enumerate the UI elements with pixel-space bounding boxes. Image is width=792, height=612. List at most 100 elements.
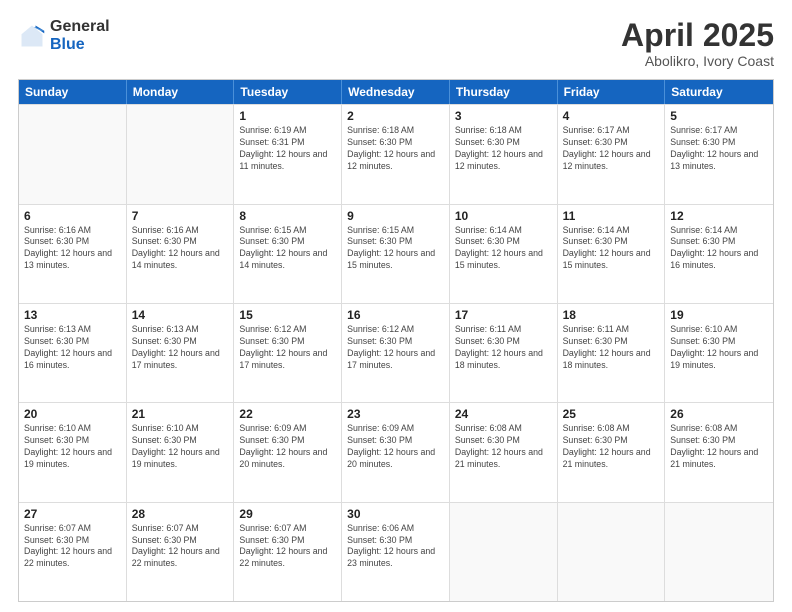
cal-cell: 29 Sunrise: 6:07 AM Sunset: 6:30 PM Dayli… [234, 503, 342, 601]
day-number: 18 [563, 308, 660, 322]
cal-cell: 21 Sunrise: 6:10 AM Sunset: 6:30 PM Dayli… [127, 403, 235, 501]
cal-cell [558, 503, 666, 601]
logo-icon [18, 22, 46, 50]
cal-cell: 6 Sunrise: 6:16 AM Sunset: 6:30 PM Daylig… [19, 205, 127, 303]
day-number: 3 [455, 109, 552, 123]
day-info: Sunrise: 6:13 AM Sunset: 6:30 PM Dayligh… [24, 324, 121, 372]
logo: General Blue [18, 18, 110, 53]
day-info: Sunrise: 6:11 AM Sunset: 6:30 PM Dayligh… [455, 324, 552, 372]
calendar: SundayMondayTuesdayWednesdayThursdayFrid… [18, 79, 774, 602]
day-info: Sunrise: 6:06 AM Sunset: 6:30 PM Dayligh… [347, 523, 444, 571]
title-block: April 2025 Abolikro, Ivory Coast [621, 18, 774, 69]
day-number: 20 [24, 407, 121, 421]
calendar-header-row: SundayMondayTuesdayWednesdayThursdayFrid… [19, 80, 773, 104]
day-info: Sunrise: 6:16 AM Sunset: 6:30 PM Dayligh… [24, 225, 121, 273]
cal-header-friday: Friday [558, 80, 666, 104]
cal-week-3: 13 Sunrise: 6:13 AM Sunset: 6:30 PM Dayli… [19, 303, 773, 402]
day-info: Sunrise: 6:15 AM Sunset: 6:30 PM Dayligh… [347, 225, 444, 273]
day-info: Sunrise: 6:18 AM Sunset: 6:30 PM Dayligh… [347, 125, 444, 173]
day-number: 9 [347, 209, 444, 223]
logo-text: General Blue [50, 18, 110, 53]
cal-cell: 2 Sunrise: 6:18 AM Sunset: 6:30 PM Daylig… [342, 105, 450, 203]
day-info: Sunrise: 6:08 AM Sunset: 6:30 PM Dayligh… [455, 423, 552, 471]
cal-cell: 26 Sunrise: 6:08 AM Sunset: 6:30 PM Dayli… [665, 403, 773, 501]
day-info: Sunrise: 6:16 AM Sunset: 6:30 PM Dayligh… [132, 225, 229, 273]
cal-header-sunday: Sunday [19, 80, 127, 104]
header: General Blue April 2025 Abolikro, Ivory … [18, 18, 774, 69]
cal-cell: 3 Sunrise: 6:18 AM Sunset: 6:30 PM Daylig… [450, 105, 558, 203]
cal-cell [665, 503, 773, 601]
cal-cell: 8 Sunrise: 6:15 AM Sunset: 6:30 PM Daylig… [234, 205, 342, 303]
day-info: Sunrise: 6:08 AM Sunset: 6:30 PM Dayligh… [670, 423, 768, 471]
day-number: 4 [563, 109, 660, 123]
cal-cell [450, 503, 558, 601]
day-number: 29 [239, 507, 336, 521]
day-number: 25 [563, 407, 660, 421]
day-number: 19 [670, 308, 768, 322]
cal-cell: 23 Sunrise: 6:09 AM Sunset: 6:30 PM Dayli… [342, 403, 450, 501]
subtitle: Abolikro, Ivory Coast [621, 53, 774, 69]
day-info: Sunrise: 6:10 AM Sunset: 6:30 PM Dayligh… [132, 423, 229, 471]
cal-cell: 16Sunrise: 6:12 AM Sunset: 6:30 PM Dayli… [342, 304, 450, 402]
cal-cell: 27Sunrise: 6:07 AM Sunset: 6:30 PM Dayli… [19, 503, 127, 601]
day-number: 23 [347, 407, 444, 421]
day-info: Sunrise: 6:08 AM Sunset: 6:30 PM Dayligh… [563, 423, 660, 471]
day-info: Sunrise: 6:10 AM Sunset: 6:30 PM Dayligh… [24, 423, 121, 471]
cal-cell: 28 Sunrise: 6:07 AM Sunset: 6:30 PM Dayli… [127, 503, 235, 601]
day-number: 11 [563, 209, 660, 223]
day-number: 24 [455, 407, 552, 421]
day-info: Sunrise: 6:09 AM Sunset: 6:30 PM Dayligh… [347, 423, 444, 471]
cal-cell: 14Sunrise: 6:13 AM Sunset: 6:30 PM Dayli… [127, 304, 235, 402]
day-number: 27 [24, 507, 121, 521]
day-number: 26 [670, 407, 768, 421]
cal-cell: 11Sunrise: 6:14 AM Sunset: 6:30 PM Dayli… [558, 205, 666, 303]
cal-cell: 7 Sunrise: 6:16 AM Sunset: 6:30 PM Daylig… [127, 205, 235, 303]
cal-cell [19, 105, 127, 203]
day-info: Sunrise: 6:14 AM Sunset: 6:30 PM Dayligh… [455, 225, 552, 273]
day-info: Sunrise: 6:07 AM Sunset: 6:30 PM Dayligh… [132, 523, 229, 571]
day-info: Sunrise: 6:14 AM Sunset: 6:30 PM Dayligh… [670, 225, 768, 273]
main-title: April 2025 [621, 18, 774, 53]
cal-cell: 13 Sunrise: 6:13 AM Sunset: 6:30 PM Dayli… [19, 304, 127, 402]
day-info: Sunrise: 6:12 AM Sunset: 6:30 PM Dayligh… [347, 324, 444, 372]
day-number: 5 [670, 109, 768, 123]
day-info: Sunrise: 6:17 AM Sunset: 6:30 PM Dayligh… [563, 125, 660, 173]
cal-cell: 17Sunrise: 6:11 AM Sunset: 6:30 PM Dayli… [450, 304, 558, 402]
day-number: 2 [347, 109, 444, 123]
day-number: 1 [239, 109, 336, 123]
cal-week-4: 20 Sunrise: 6:10 AM Sunset: 6:30 PM Dayli… [19, 402, 773, 501]
cal-header-monday: Monday [127, 80, 235, 104]
day-info: Sunrise: 6:09 AM Sunset: 6:30 PM Dayligh… [239, 423, 336, 471]
cal-cell: 15Sunrise: 6:12 AM Sunset: 6:30 PM Dayli… [234, 304, 342, 402]
day-number: 12 [670, 209, 768, 223]
cal-cell: 20 Sunrise: 6:10 AM Sunset: 6:30 PM Dayli… [19, 403, 127, 501]
page: General Blue April 2025 Abolikro, Ivory … [0, 0, 792, 612]
day-number: 28 [132, 507, 229, 521]
day-number: 22 [239, 407, 336, 421]
logo-general-text: General [50, 18, 110, 36]
cal-cell: 10Sunrise: 6:14 AM Sunset: 6:30 PM Dayli… [450, 205, 558, 303]
cal-cell: 18Sunrise: 6:11 AM Sunset: 6:30 PM Dayli… [558, 304, 666, 402]
cal-cell: 9 Sunrise: 6:15 AM Sunset: 6:30 PM Daylig… [342, 205, 450, 303]
cal-cell: 4 Sunrise: 6:17 AM Sunset: 6:30 PM Daylig… [558, 105, 666, 203]
day-info: Sunrise: 6:13 AM Sunset: 6:30 PM Dayligh… [132, 324, 229, 372]
day-number: 15 [239, 308, 336, 322]
day-info: Sunrise: 6:18 AM Sunset: 6:30 PM Dayligh… [455, 125, 552, 173]
day-number: 8 [239, 209, 336, 223]
cal-cell: 25 Sunrise: 6:08 AM Sunset: 6:30 PM Dayli… [558, 403, 666, 501]
day-number: 6 [24, 209, 121, 223]
cal-cell: 12 Sunrise: 6:14 AM Sunset: 6:30 PM Dayli… [665, 205, 773, 303]
day-info: Sunrise: 6:19 AM Sunset: 6:31 PM Dayligh… [239, 125, 336, 173]
day-number: 13 [24, 308, 121, 322]
day-number: 7 [132, 209, 229, 223]
day-number: 21 [132, 407, 229, 421]
logo-blue-text: Blue [50, 36, 110, 54]
cal-cell: 19Sunrise: 6:10 AM Sunset: 6:30 PM Dayli… [665, 304, 773, 402]
day-info: Sunrise: 6:07 AM Sunset: 6:30 PM Dayligh… [239, 523, 336, 571]
cal-header-wednesday: Wednesday [342, 80, 450, 104]
day-info: Sunrise: 6:15 AM Sunset: 6:30 PM Dayligh… [239, 225, 336, 273]
day-info: Sunrise: 6:17 AM Sunset: 6:30 PM Dayligh… [670, 125, 768, 173]
cal-week-1: 1 Sunrise: 6:19 AM Sunset: 6:31 PM Daylig… [19, 104, 773, 203]
day-number: 30 [347, 507, 444, 521]
cal-header-tuesday: Tuesday [234, 80, 342, 104]
